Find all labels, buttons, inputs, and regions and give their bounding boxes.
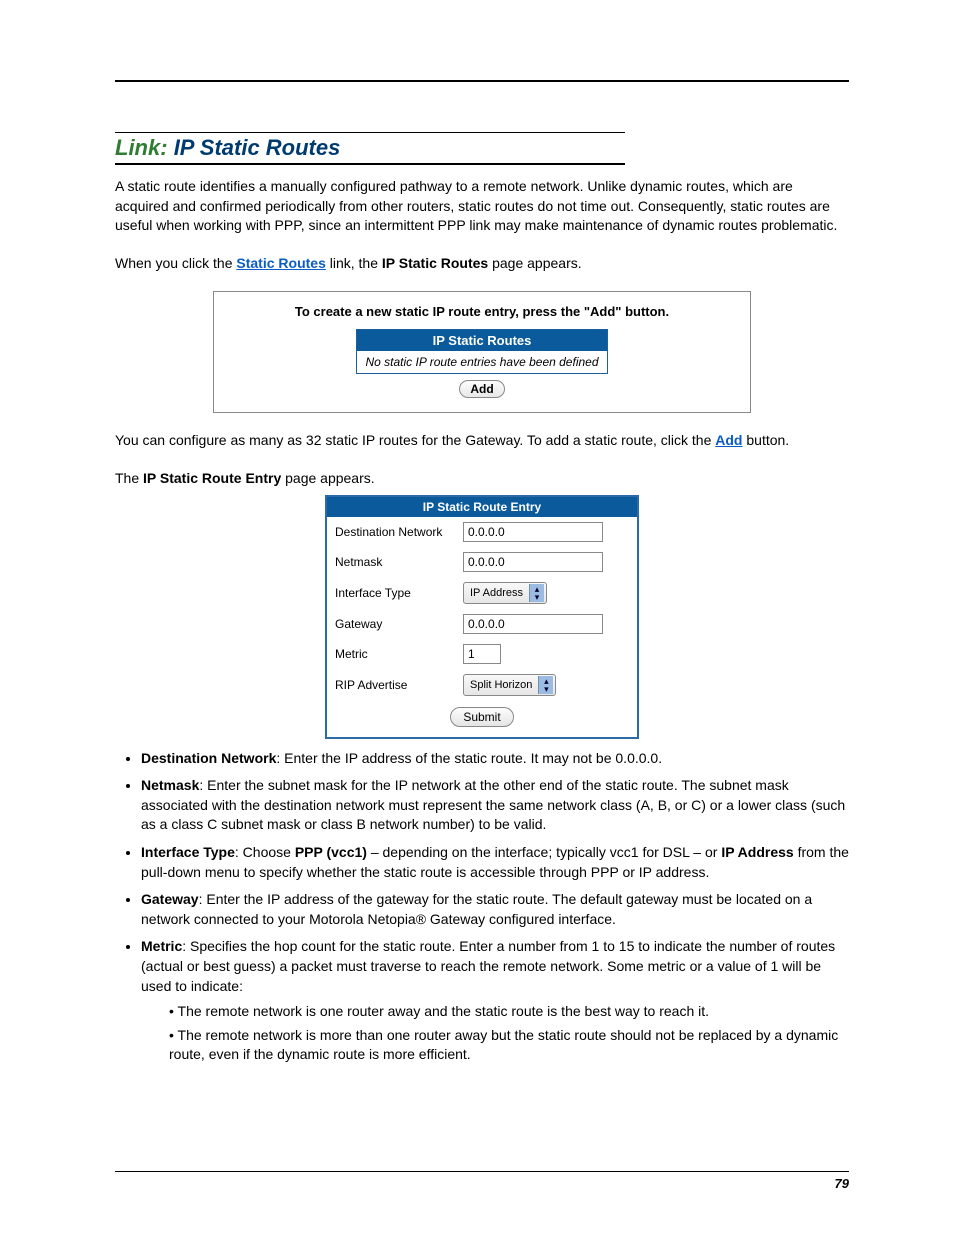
- row-rip: RIP Advertise Split Horizon ▴▾: [327, 669, 637, 701]
- metric-sub1: The remote network is one router away an…: [169, 1002, 849, 1022]
- text: : Choose: [235, 844, 295, 860]
- label-rip: RIP Advertise: [335, 678, 463, 692]
- text: When you click the: [115, 255, 236, 271]
- input-destination[interactable]: 0.0.0.0: [463, 522, 603, 542]
- text: The: [115, 470, 143, 486]
- input-netmask[interactable]: 0.0.0.0: [463, 552, 603, 572]
- row-gateway: Gateway 0.0.0.0: [327, 609, 637, 639]
- def-netmask: Netmask: Enter the subnet mask for the I…: [141, 776, 849, 835]
- submit-row: Submit: [327, 701, 637, 737]
- entry-form-header: IP Static Route Entry: [327, 497, 637, 517]
- add-link[interactable]: Add: [715, 432, 742, 448]
- top-rule: [115, 80, 849, 82]
- text: : Enter the IP address of the static rou…: [276, 750, 662, 766]
- label-netmask: Netmask: [335, 555, 463, 569]
- routes-table: IP Static Routes No static IP route entr…: [356, 329, 607, 374]
- term: Netmask: [141, 777, 199, 793]
- routes-table-empty: No static IP route entries have been def…: [357, 351, 606, 373]
- def-interface: Interface Type: Choose PPP (vcc1) – depe…: [141, 843, 849, 882]
- entry-page-bold: IP Static Route Entry: [143, 470, 281, 486]
- add-info-paragraph: You can configure as many as 32 static I…: [115, 431, 849, 451]
- entry-page-paragraph: The IP Static Route Entry page appears.: [115, 469, 849, 489]
- definitions-list: Destination Network: Enter the IP addres…: [115, 749, 849, 1065]
- select-rip[interactable]: Split Horizon ▴▾: [463, 674, 556, 696]
- select-rip-value: Split Horizon: [470, 679, 532, 691]
- label-interface: Interface Type: [335, 586, 463, 600]
- screenshot-route-entry: IP Static Route Entry Destination Networ…: [325, 495, 639, 739]
- ip-bold: IP Address: [721, 844, 793, 860]
- page-footer: 79: [115, 1171, 849, 1191]
- text: link, the: [330, 255, 382, 271]
- routes-table-header: IP Static Routes: [357, 330, 606, 351]
- select-interface[interactable]: IP Address ▴▾: [463, 582, 547, 604]
- label-metric: Metric: [335, 647, 463, 661]
- text: button.: [746, 432, 789, 448]
- text: page appears.: [492, 255, 582, 271]
- def-destination: Destination Network: Enter the IP addres…: [141, 749, 849, 769]
- row-destination: Destination Network 0.0.0.0: [327, 517, 637, 547]
- click-info-paragraph: When you click the Static Routes link, t…: [115, 254, 849, 274]
- screenshot-static-routes: To create a new static IP route entry, p…: [213, 291, 751, 413]
- heading-title: IP Static Routes: [174, 135, 341, 160]
- label-gateway: Gateway: [335, 617, 463, 631]
- page-heading: Link: IP Static Routes: [115, 135, 625, 165]
- page-number: 79: [835, 1176, 849, 1191]
- static-routes-link[interactable]: Static Routes: [236, 255, 325, 271]
- text: page appears.: [285, 470, 375, 486]
- add-button[interactable]: Add: [459, 380, 504, 398]
- term: Interface Type: [141, 844, 235, 860]
- heading-container: Link: IP Static Routes: [115, 132, 625, 165]
- page-name-bold: IP Static Routes: [382, 255, 488, 271]
- ppp-bold: PPP (vcc1): [295, 844, 367, 860]
- text: You can configure as many as 32 static I…: [115, 432, 715, 448]
- text: : Enter the IP address of the gateway fo…: [141, 891, 812, 927]
- select-interface-value: IP Address: [470, 587, 523, 599]
- row-interface: Interface Type IP Address ▴▾: [327, 577, 637, 609]
- row-netmask: Netmask 0.0.0.0: [327, 547, 637, 577]
- metric-sub2: The remote network is more than one rout…: [169, 1026, 849, 1065]
- intro-paragraph: A static route identifies a manually con…: [115, 177, 849, 236]
- chevron-updown-icon: ▴▾: [538, 676, 553, 694]
- term: Destination Network: [141, 750, 276, 766]
- heading-prefix: Link:: [115, 135, 168, 160]
- metric-sublist: The remote network is one router away an…: [141, 1002, 849, 1065]
- text: : Specifies the hop count for the static…: [141, 938, 835, 993]
- def-gateway: Gateway: Enter the IP address of the gat…: [141, 890, 849, 929]
- submit-button[interactable]: Submit: [450, 707, 513, 727]
- input-gateway[interactable]: 0.0.0.0: [463, 614, 603, 634]
- row-metric: Metric 1: [327, 639, 637, 669]
- chevron-updown-icon: ▴▾: [529, 584, 544, 602]
- input-metric[interactable]: 1: [463, 644, 501, 664]
- term: Metric: [141, 938, 182, 954]
- term: Gateway: [141, 891, 199, 907]
- instruction-text: To create a new static IP route entry, p…: [232, 304, 732, 319]
- text: – depending on the interface; typically …: [367, 844, 721, 860]
- text: : Enter the subnet mask for the IP netwo…: [141, 777, 845, 832]
- label-destination: Destination Network: [335, 525, 463, 539]
- def-metric: Metric: Specifies the hop count for the …: [141, 937, 849, 1065]
